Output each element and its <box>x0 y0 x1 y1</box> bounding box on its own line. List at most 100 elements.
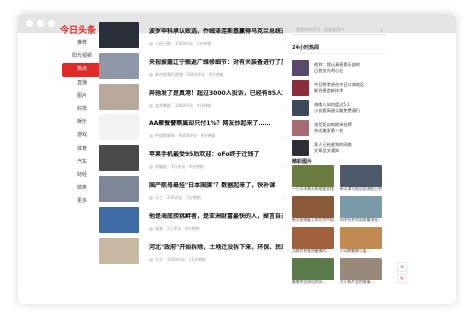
close-dot[interactable] <box>26 20 33 27</box>
article-title[interactable]: 央视披露辽宁舰返广维修细节：对有关装备进行了加改装和升级 <box>149 59 283 67</box>
hot-news-line2[interactable]: 日首支光明心社 <box>314 68 386 73</box>
gallery-item[interactable]: 最美的全球自然风... <box>292 258 334 285</box>
dislike-icon[interactable]: ⌄ <box>282 226 285 231</box>
nav-item[interactable]: 科技 <box>62 103 102 116</box>
window-controls <box>26 20 55 27</box>
dislike-icon[interactable]: ⌄ <box>282 103 285 108</box>
hot-news-line2[interactable]: 联合建造新技术 <box>314 88 386 93</box>
gallery-item[interactable]: 同学在外时面前最漂亮... <box>340 196 382 223</box>
article-title[interactable]: 波罗申科承认败选，乔姆泽连斯基赢得乌克兰总统选举 <box>149 28 283 36</box>
search-icon[interactable]: ⌕ <box>380 27 383 35</box>
article-thumbnail[interactable] <box>99 22 139 48</box>
maximize-dot[interactable] <box>48 20 55 27</box>
article-thumbnail[interactable] <box>99 83 139 110</box>
article-title[interactable]: 他是海底捞挑衅者，是亚洲财富最快的人，掉言自己一分钱也不花 <box>149 213 283 221</box>
article-title[interactable]: AA聚餐警察属却只付1%？网友炒起来了…… <box>149 120 283 128</box>
source-avatar <box>149 103 153 108</box>
hot-news-thumbnail[interactable] <box>292 100 309 116</box>
article-item[interactable]: 他是海底捞挑衅者，是亚洲财富最快的人，掉言自己一分钱也不花网易 · 2万评论 ·… <box>99 205 285 236</box>
article-title[interactable]: 奔驰发了是真港！超过3000人投诉，已经有85人为此签名！中消协回应了…… <box>149 90 283 98</box>
gallery-item[interactable]: 小动物都被可爱... <box>340 227 382 254</box>
gallery-image[interactable] <box>340 258 382 280</box>
hot-news-item[interactable]: 家人已经收到的网络 文章全文通知 <box>292 140 386 156</box>
article-feed: 波罗申科承认败选，乔姆泽连斯基赢得乌克兰总统选举 人民日报 · 3300评论 · … <box>99 20 285 266</box>
article-thumbnail[interactable] <box>99 206 139 233</box>
nav-item[interactable]: 阳光视频 <box>62 50 102 63</box>
gallery-image[interactable] <box>292 165 334 187</box>
article-thumbnail[interactable] <box>99 114 139 141</box>
hot-news-thumbnail[interactable] <box>292 80 309 96</box>
hot-news-line1[interactable]: 海南人如何度过5·1： <box>314 102 386 107</box>
feedback-float-button[interactable]: ✎ <box>397 274 407 284</box>
hot-news-line2[interactable]: 杂志美发第一名 <box>314 128 386 133</box>
hot-news-line1[interactable]: 家人已经收到的网络 <box>314 142 386 147</box>
article-item[interactable]: 波罗申科承认败选，乔姆泽连斯基赢得乌克兰总统选举 人民日报 · 3300评论 · … <box>99 20 285 51</box>
nav-item[interactable]: 游戏 <box>62 129 102 142</box>
gallery-item[interactable]: 当前世界各地最美的... <box>292 227 334 254</box>
search-input[interactable]: 搜索站内资讯、视频或用户 ⌕ <box>292 25 386 35</box>
minimize-dot[interactable] <box>37 20 44 27</box>
nav-item[interactable]: 汽车 <box>62 156 102 169</box>
hot-news-item[interactable]: 张艾亚自称欧洲名牌 杂志美发第一名 <box>292 120 386 136</box>
hot-news-item[interactable]: 海南人如何度过5·1： 小长假高速公路免费通行 <box>292 100 386 116</box>
nav-item[interactable]: 热点 <box>62 63 102 77</box>
hot-news-thumbnail[interactable] <box>292 60 309 76</box>
gallery-caption: 最美的全球自然风... <box>292 280 326 284</box>
nav-item[interactable]: 直播 <box>62 77 102 90</box>
article-title[interactable]: 苹果手机最受95后欢迎：oFo终于迁钱了 <box>149 151 283 159</box>
gallery-item[interactable]: 大小照片里的故事... <box>340 258 382 285</box>
gallery-image[interactable] <box>340 227 382 249</box>
hot-news-line2[interactable]: 文章全文通知 <box>314 148 386 153</box>
dislike-icon[interactable]: ⌄ <box>282 195 285 200</box>
article-item[interactable]: 河北"政府"开始拆除，土地迁没拆下来，环保、民政等手续铁的了大众 · 3500评… <box>99 236 285 267</box>
dislike-icon[interactable]: ⌄ <box>282 164 285 169</box>
nav-item[interactable]: 娱乐 <box>62 116 102 129</box>
article-meta-text: 北京晚报 · 1400评论 · 4分钟前 <box>155 102 212 108</box>
gallery-image[interactable] <box>292 196 334 218</box>
nav-item[interactable]: 推荐 <box>62 37 102 50</box>
hot-news-thumbnail[interactable] <box>292 120 309 136</box>
site-logo[interactable]: 今日头条 <box>60 23 96 36</box>
source-avatar <box>149 257 153 262</box>
article-item[interactable]: 国产航母悬挂"日本国旗"？数据起来了，快补课天工 · 200评论 · 7分钟前 ⌄ <box>99 174 285 205</box>
gallery-caption: 新太阳电脑上的北京中国... <box>292 218 334 222</box>
dislike-icon[interactable]: ⌄ <box>282 72 285 77</box>
hot-news-line2[interactable]: 小长假高速公路免费通行 <box>314 108 386 113</box>
article-thumbnail[interactable] <box>99 145 139 172</box>
article-thumbnail[interactable] <box>99 175 139 202</box>
gallery-image[interactable] <box>292 258 334 280</box>
dislike-icon[interactable]: ⌄ <box>282 257 285 262</box>
hot-news-line1[interactable]: 张艾亚自称欧洲名牌 <box>314 122 386 127</box>
hot-news-item[interactable]: 他到：我认真感恩乐部的 日首支光明心社 <box>292 60 386 76</box>
nav-item[interactable]: 图片 <box>62 90 102 103</box>
dislike-icon[interactable]: ⌄ <box>282 133 285 138</box>
gallery-image[interactable] <box>292 227 334 249</box>
gallery-item[interactable]: 一只公羊每天和老婆去找... <box>292 165 334 192</box>
nav-item[interactable]: 财经 <box>62 169 102 182</box>
hot-news-item[interactable]: 中日将考虑在中日公海地区 联合建造新技术 <box>292 80 386 96</box>
hot-news-line1[interactable]: 中日将考虑在中日公海地区 <box>314 82 386 87</box>
nav-item[interactable]: 搞笑 <box>62 182 102 195</box>
article-item[interactable]: 奔驰发了是真港！超过3000人投诉，已经有85人为此签名！中消协回应了…… 北京晚… <box>99 82 285 113</box>
gallery-title: 精彩图片 <box>292 159 313 165</box>
article-item[interactable]: 央视披露辽宁舰返广维修细节：对有关装备进行了加改装和升级新京报我们视频 · 26… <box>99 51 285 82</box>
article-item[interactable]: 苹果手机最受95后欢迎：oFo终于迁钱了 电脑报 · 1万评论 · 9分钟前 ⌄ <box>99 143 285 174</box>
gallery-image[interactable] <box>340 165 382 187</box>
article-thumbnail[interactable] <box>99 237 139 264</box>
article-title[interactable]: 河北"政府"开始拆除，土地迁没拆下来，环保、民政等手续铁的了 <box>149 244 283 252</box>
article-title[interactable]: 国产航母悬挂"日本国旗"？数据起来了，快补课 <box>149 182 283 190</box>
home-float-button[interactable]: ⌂ <box>397 262 407 272</box>
dislike-icon[interactable]: ⌄ <box>282 41 285 46</box>
gallery-item[interactable]: 新太阳电脑上的北京中国... <box>292 196 334 223</box>
hot-news-line1[interactable]: 他到：我认真感恩乐部的 <box>314 62 386 67</box>
nav-item[interactable]: 体育 <box>62 143 102 156</box>
article-thumbnail[interactable] <box>99 52 139 79</box>
nav-item[interactable]: 更多 <box>62 195 102 208</box>
search-placeholder: 搜索站内资讯、视频或用户 <box>296 27 344 32</box>
source-avatar <box>149 72 153 77</box>
article-item[interactable]: AA聚餐警察属却只付1%？网友炒起来了…… 中国警察网 · 9000评论 · 9分… <box>99 112 285 143</box>
article-meta-text: 天工 · 200评论 · 7分钟前 <box>155 194 201 200</box>
hot-news-thumbnail[interactable] <box>292 140 309 156</box>
gallery-image[interactable] <box>340 196 382 218</box>
gallery-item[interactable]: 新天津号船员用渔船上的... <box>340 165 382 192</box>
